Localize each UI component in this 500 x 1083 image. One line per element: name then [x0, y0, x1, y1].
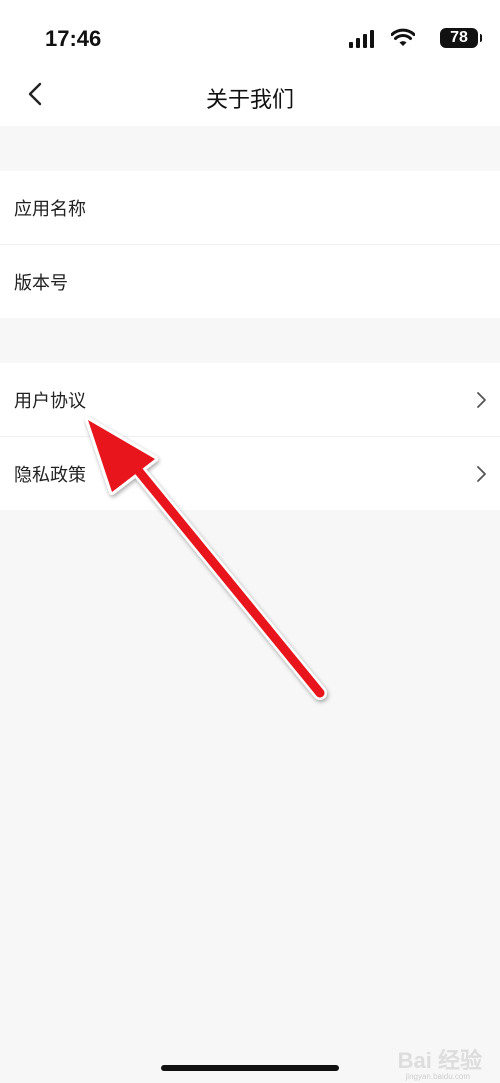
battery-tip — [480, 34, 482, 42]
status-bar: 17:46 78 — [0, 0, 500, 70]
chevron-right-icon — [477, 466, 486, 482]
legal-group: 用户协议 隐私政策 — [0, 363, 500, 510]
privacy-policy-row[interactable]: 隐私政策 — [0, 436, 500, 510]
user-agreement-row[interactable]: 用户协议 — [0, 363, 500, 436]
battery-level: 78 — [450, 29, 468, 46]
version-row: 版本号 — [0, 244, 500, 318]
signal-icon — [349, 30, 374, 48]
app-name-row: 应用名称 — [0, 171, 500, 244]
user-agreement-label: 用户协议 — [14, 391, 86, 412]
home-indicator — [161, 1065, 339, 1071]
app-name-label: 应用名称 — [14, 199, 86, 220]
annotation-arrow — [85, 417, 327, 700]
watermark-logo: Bai 经验 — [397, 1048, 482, 1073]
chevron-right-icon — [477, 392, 486, 408]
wifi-icon — [391, 28, 415, 46]
privacy-policy-label: 隐私政策 — [14, 465, 86, 486]
nav-bar: 关于我们 — [0, 70, 500, 126]
app-info-group: 应用名称 版本号 — [0, 171, 500, 318]
page-title: 关于我们 — [205, 88, 294, 113]
status-icons: 78 — [328, 28, 482, 50]
version-label: 版本号 — [14, 273, 68, 294]
watermark-url: jingyan.baidu.com — [405, 1072, 470, 1081]
status-time: 17:46 — [45, 26, 102, 51]
battery-indicator: 78 — [440, 28, 482, 48]
